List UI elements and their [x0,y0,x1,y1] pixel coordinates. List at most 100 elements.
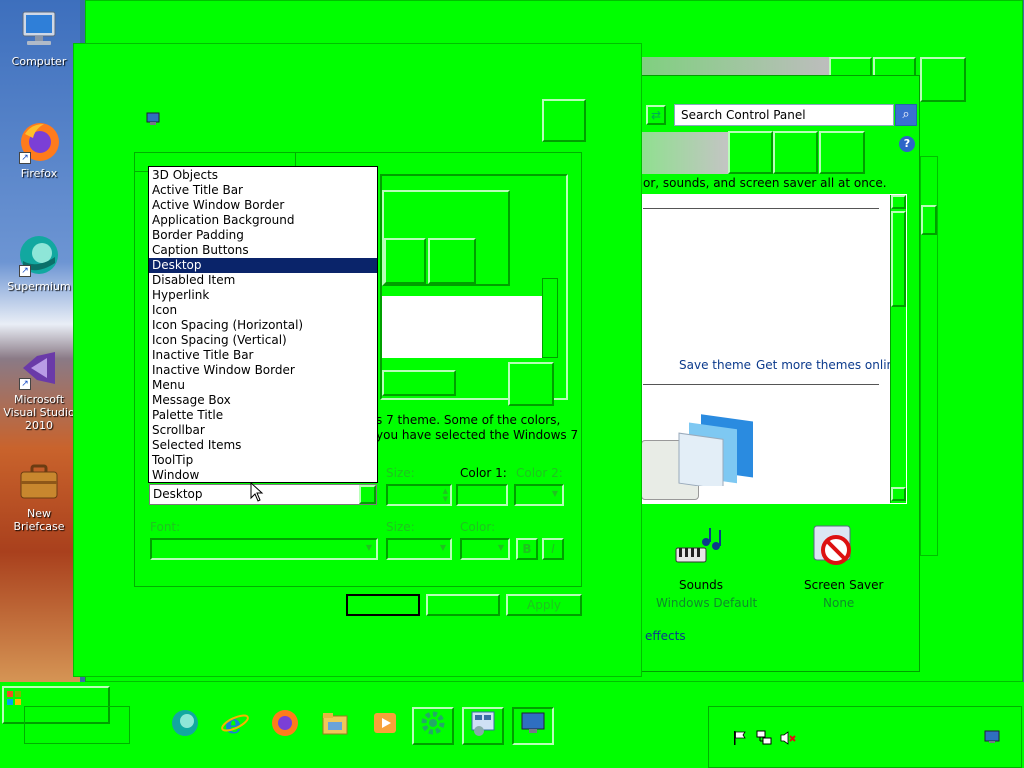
toolbar-button[interactable] [819,131,865,174]
desktop-icon-firefox[interactable]: ↗ Firefox [2,120,76,180]
bold-button[interactable]: B [516,538,538,560]
list-item[interactable]: Border Padding [149,228,377,243]
item-dropdown-list[interactable]: 3D Objects Active Title Bar Active Window … [148,166,378,483]
close-button[interactable] [542,99,586,142]
list-item[interactable]: Active Title Bar [149,183,377,198]
list-item[interactable]: Inactive Title Bar [149,348,377,363]
taskbar-firefox[interactable] [264,707,306,745]
internet-explorer-icon: e [220,708,250,744]
font-select[interactable]: ▼ [150,538,378,560]
search-button[interactable]: ⌕ [895,104,917,126]
effects-link[interactable]: effects [645,629,686,643]
list-item[interactable]: 3D Objects [149,168,377,183]
shortcut-arrow-icon: ↗ [19,265,31,277]
size-label: Size: [386,466,415,480]
list-item[interactable]: ToolTip [149,453,377,468]
help-icon[interactable]: ? [899,136,915,152]
desktop-icon-label: Microsoft Visual Studio 2010 [3,393,75,432]
taskbar-file-explorer[interactable] [314,707,356,745]
cancel-button[interactable] [426,594,500,616]
list-item[interactable]: Icon [149,303,377,318]
file-explorer-icon [320,708,350,744]
list-item[interactable]: Icon Spacing (Vertical) [149,333,377,348]
minimize-button[interactable] [829,57,872,77]
screen-saver-value[interactable]: None [823,596,854,610]
desktop-icon-visual-studio[interactable]: ↗ Microsoft Visual Studio 2010 [2,346,76,432]
flag-icon[interactable] [733,730,747,746]
preview-scrollbar [542,278,558,358]
briefcase-icon [17,460,61,504]
side-scroll-thumb[interactable] [921,205,937,235]
sounds-icon[interactable] [670,524,724,574]
desktop-icon-computer[interactable]: Computer [2,8,76,68]
list-item[interactable]: Icon Spacing (Horizontal) [149,318,377,333]
list-item[interactable]: Palette Title [149,408,377,423]
desktop-icon-label: Firefox [20,167,58,180]
scroll-thumb[interactable] [891,211,906,307]
toolbar-button[interactable] [773,131,818,174]
desktop-icon-new-briefcase[interactable]: New Briefcase [2,460,76,533]
sounds-label[interactable]: Sounds [679,578,723,592]
taskbar-display-settings[interactable] [512,707,554,745]
ok-button[interactable] [346,594,420,616]
theme-panel-scrollbar[interactable] [890,195,906,503]
apply-button[interactable]: Apply [506,594,582,616]
search-input[interactable]: Search Control Panel [674,104,894,126]
italic-button[interactable]: I [542,538,564,560]
item-size-spinner[interactable]: ▲ ▼ [386,484,452,506]
sounds-value[interactable]: Windows Default [656,596,757,610]
close-button[interactable] [920,57,966,102]
screen-saver-label[interactable]: Screen Saver [804,578,883,592]
volume-muted-icon[interactable] [780,730,796,746]
font-color-select[interactable]: ▼ [460,538,510,560]
windows-theme-preview-icon[interactable] [671,406,757,490]
list-item[interactable]: Hyperlink [149,288,377,303]
refresh-button[interactable]: ⇄ [646,105,666,125]
supermium-icon [170,708,200,744]
desktop-wallpaper [0,0,80,690]
list-item[interactable]: Application Background [149,213,377,228]
font-label: Font: [150,520,181,534]
save-theme-link[interactable]: Save theme [679,358,751,372]
desktop-icon-label: Computer [11,55,67,68]
list-item[interactable]: Inactive Window Border [149,363,377,378]
list-item[interactable]: Disabled Item [149,273,377,288]
shortcut-arrow-icon: ↗ [19,378,31,390]
taskbar-settings[interactable] [412,707,454,745]
spin-down-icon: ▼ [442,495,448,503]
list-item[interactable]: Menu [149,378,377,393]
visual-studio-icon: ↗ [17,346,61,390]
list-item[interactable]: Message Box [149,393,377,408]
svg-text:e: e [225,710,242,738]
list-item[interactable]: Selected Items [149,438,377,453]
toolbar-button[interactable] [728,131,773,174]
spin-up-icon: ▲ [442,487,448,495]
screen-saver-icon[interactable] [808,522,860,574]
scroll-up-button[interactable] [891,195,906,209]
scroll-down-button[interactable] [891,487,906,501]
desktop-icon-supermium[interactable]: ↗ Supermium [2,233,76,293]
side-scrollbar[interactable] [920,156,938,556]
dialog-info-text: you have selected the Windows 7 [376,428,579,442]
mouse-cursor-icon [250,481,264,502]
color2-picker[interactable]: ▼ [514,484,564,506]
network-icon[interactable] [756,730,772,746]
taskbar-supermium[interactable] [164,707,206,745]
item-select-dropdown-button[interactable] [359,485,376,504]
font-size-select[interactable]: ▼ [386,538,452,560]
taskbar-internet-explorer[interactable]: e [214,707,256,745]
media-player-icon [370,708,400,744]
taskbar-control-panel[interactable] [462,707,504,745]
list-item[interactable]: Active Window Border [149,198,377,213]
color1-picker[interactable] [456,484,508,506]
show-desktop-icon[interactable] [984,730,1000,744]
maximize-button[interactable] [873,57,916,77]
desktop-icon-label: Supermium [7,280,71,293]
list-item[interactable]: Scrollbar [149,423,377,438]
taskbar-media-player[interactable] [364,707,406,745]
get-more-themes-link[interactable]: Get more themes online [756,358,902,372]
dialog-app-icon [146,112,160,126]
list-item[interactable]: Caption Buttons [149,243,377,258]
list-item[interactable]: Desktop [149,258,377,273]
list-item[interactable]: Window [149,468,377,483]
